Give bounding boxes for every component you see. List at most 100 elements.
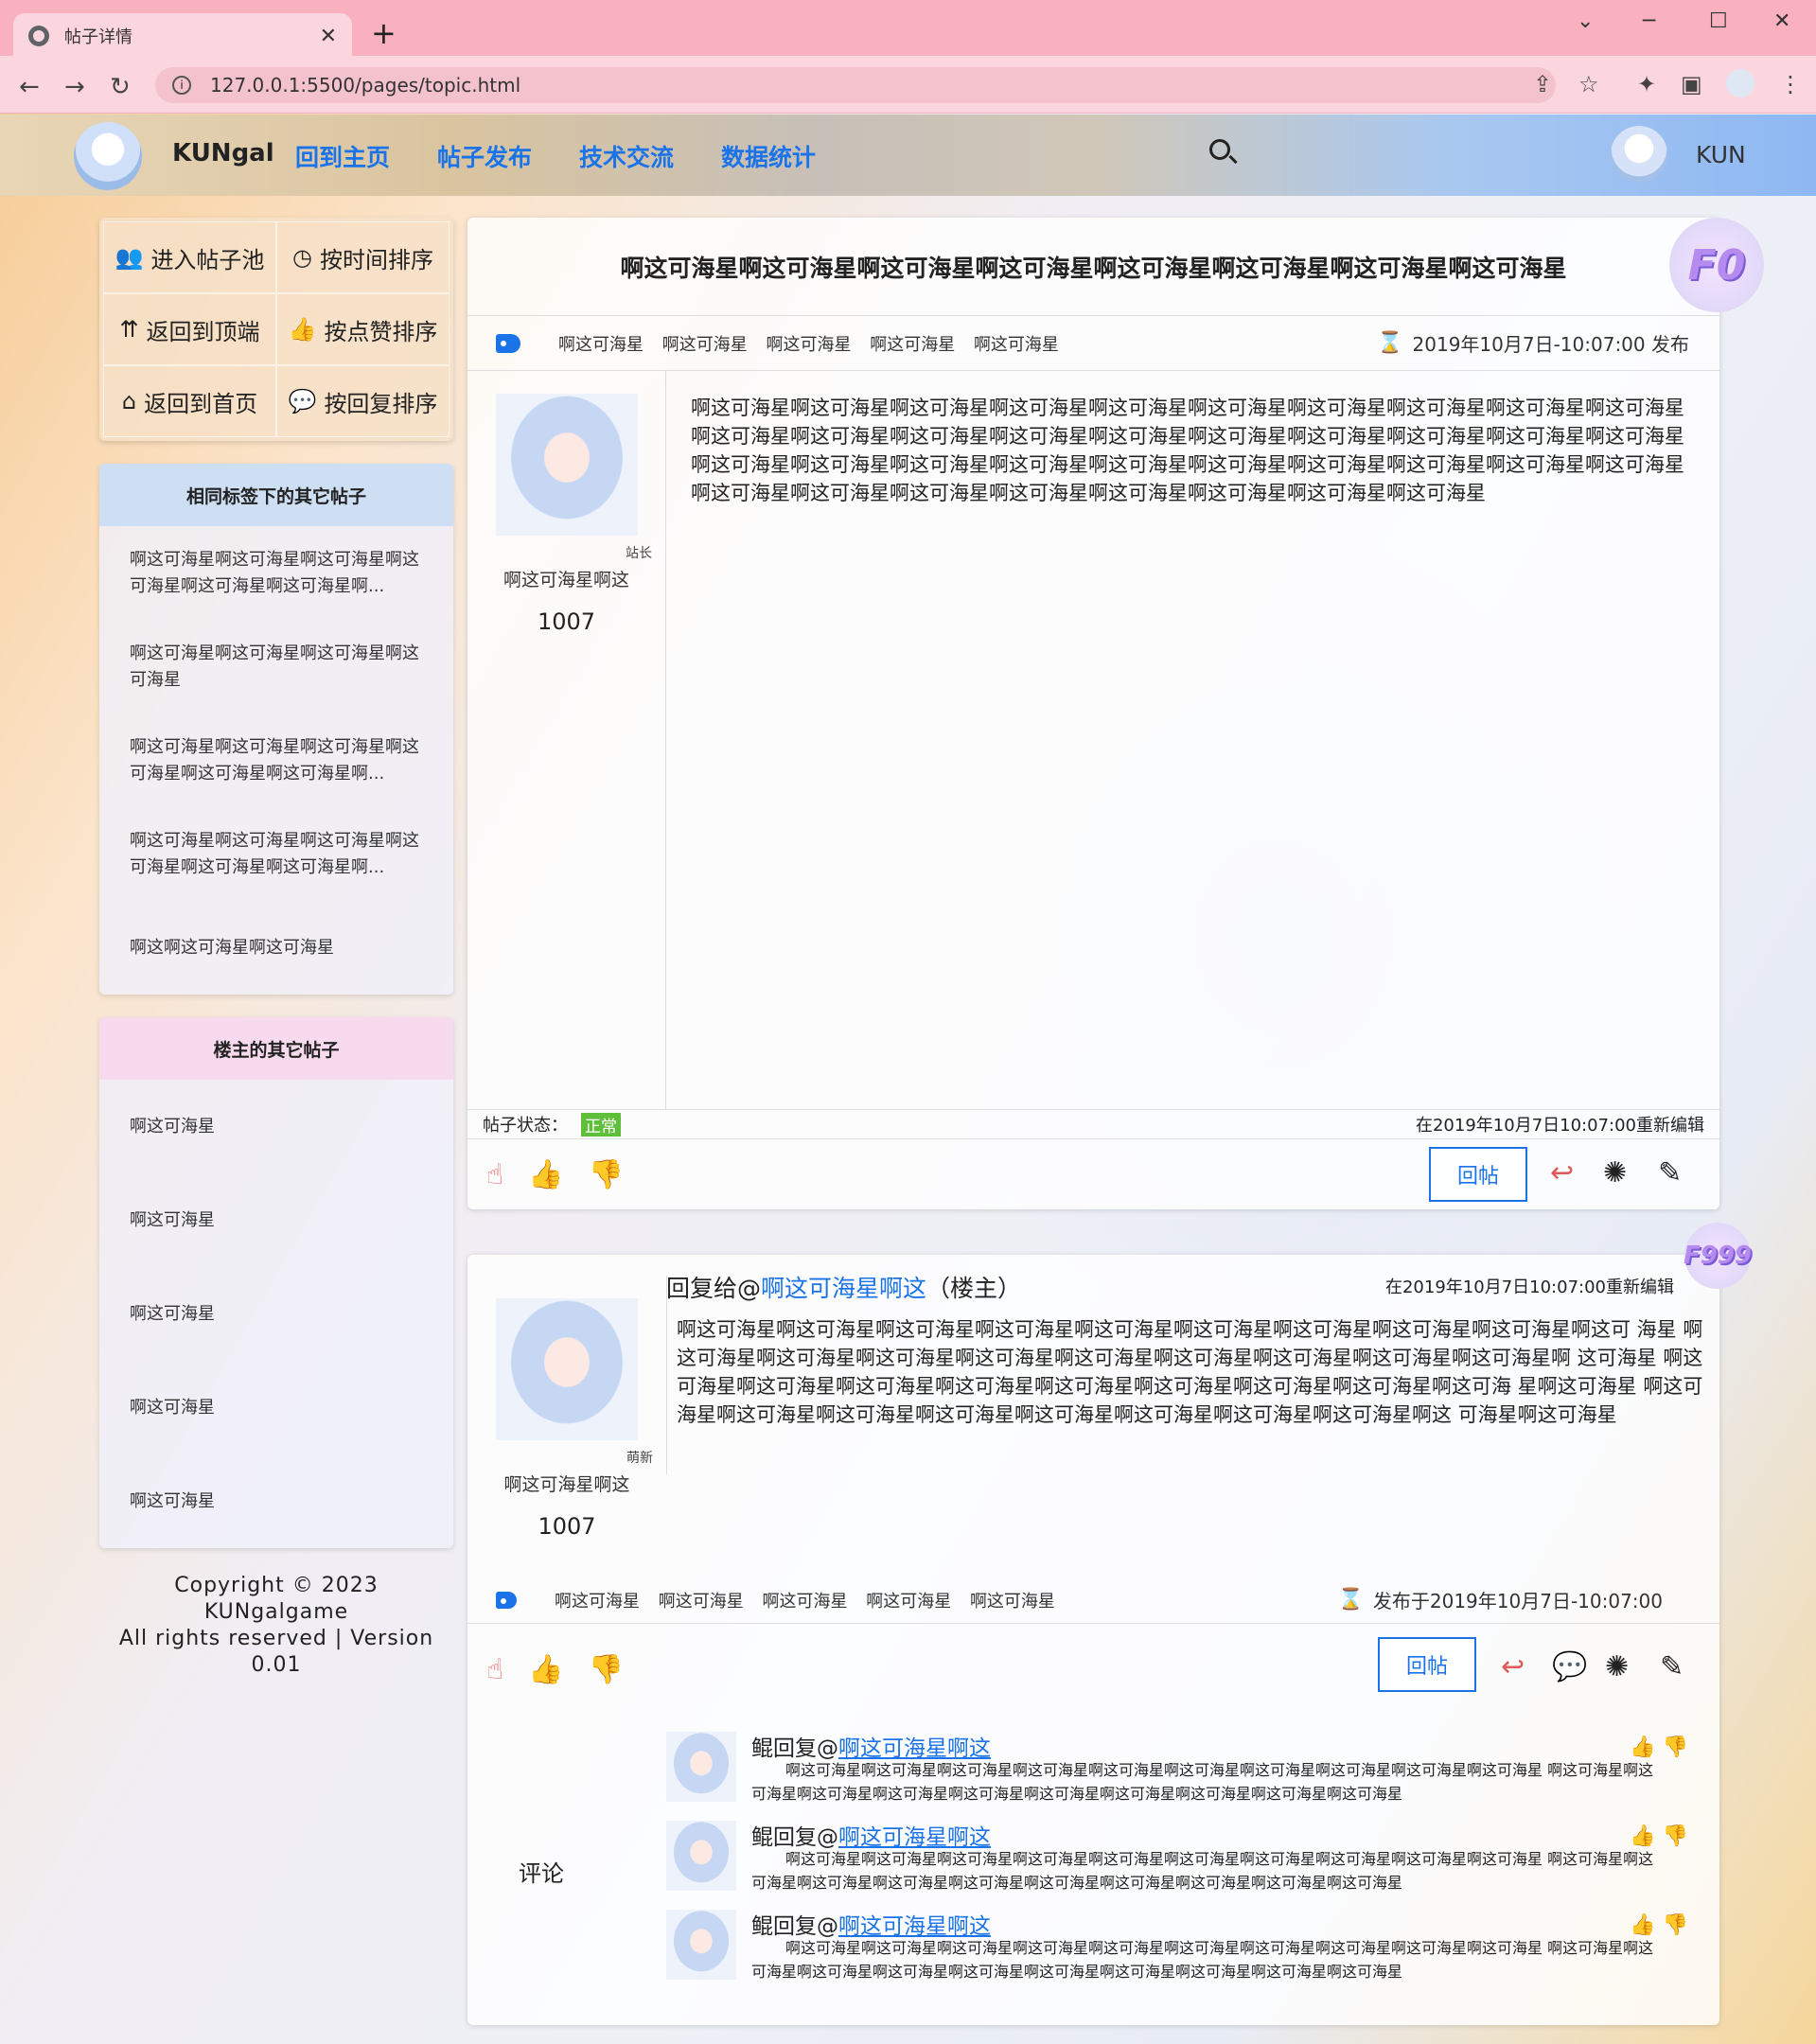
tag[interactable]: 啊这可海星 [555, 1592, 640, 1612]
post-date: ⌛ 2019年10月7日-10:07:00 发布 [1377, 331, 1689, 356]
list-item[interactable]: 啊这可海星 [99, 1267, 453, 1361]
site-logo[interactable] [74, 122, 142, 190]
edit-icon[interactable]: ✎ [1658, 1156, 1682, 1189]
author-name[interactable]: 啊这可海星啊这 [503, 566, 629, 591]
main-post-card: 啊这可海星啊这可海星啊这可海星啊这可海星啊这可海星啊这可海星啊这可海星啊这可海星… [467, 218, 1764, 1209]
author-info: 站长 啊这可海星啊这 1007 [467, 371, 666, 1109]
tag[interactable]: 啊这可海星 [970, 1592, 1055, 1612]
nav-stats[interactable]: 数据统计 [721, 139, 816, 173]
forward-icon[interactable]: → [64, 73, 85, 101]
list-item[interactable]: 啊这可海星 [99, 1454, 453, 1548]
tag[interactable]: 啊这可海星 [662, 335, 748, 355]
status-badge: 正常 [581, 1112, 621, 1137]
list-item[interactable]: 啊这可海星 [99, 1173, 453, 1267]
tag[interactable]: 啊这可海星 [558, 335, 644, 355]
list-item[interactable]: 啊这可海星 [99, 1361, 453, 1454]
nav-publish[interactable]: 帖子发布 [437, 139, 532, 173]
push-icon[interactable]: ☝ [486, 1653, 503, 1686]
reply-toolbar: ☝ 👍 👎 回帖 ↩ 💬 ✺ ✎ [467, 1624, 1719, 1715]
tag[interactable]: 啊这可海星 [870, 335, 955, 355]
tag[interactable]: 啊这可海星 [659, 1592, 744, 1612]
users-icon: 👥 [115, 244, 144, 271]
author-avatar[interactable] [495, 394, 638, 536]
push-icon[interactable]: ☝ [486, 1158, 503, 1191]
list-item[interactable]: 啊这可海星啊这可海星啊这可海星啊这可海星 [99, 620, 453, 714]
comment-label: 评论 [519, 1860, 564, 1887]
comment-icon[interactable]: 💬 [1552, 1650, 1587, 1683]
copyright: Copyright © 2023 KUNgalgame All rights r… [118, 1574, 434, 1677]
comment-avatar[interactable] [666, 1732, 736, 1802]
tab-search-icon[interactable]: ⌄ [1577, 9, 1594, 33]
search-icon[interactable] [1209, 139, 1230, 160]
dislike-icon[interactable]: 👎 [589, 1158, 624, 1191]
nav-tech[interactable]: 技术交流 [579, 139, 674, 173]
chat-icon: 💬 [288, 388, 317, 414]
comment-vote-icons[interactable]: 👍 👎 [1630, 1736, 1688, 1759]
comments-section: 评论 鲲回复@啊这可海星啊这 啊这可海星啊这可海星啊这可海星啊这可海星啊这可海星… [467, 1715, 1719, 2008]
browser-tab-bar: 帖子详情 ✕ + ⌄ ─ ☐ ✕ [0, 0, 1816, 59]
close-tab-icon[interactable]: ✕ [320, 25, 337, 48]
new-tab-icon[interactable]: + [371, 15, 397, 51]
omnibox[interactable]: i 127.0.0.1:5500/pages/topic.html [155, 67, 1556, 103]
enter-pool-button[interactable]: 👥 进入帖子池 [103, 221, 276, 293]
owner-posts-panel: 楼主的其它帖子 啊这可海星 啊这可海星 啊这可海星 啊这可海星 啊这可海星 [99, 1017, 453, 1548]
sort-reply-button[interactable]: 💬 按回复排序 [276, 365, 450, 437]
undo-reply-icon[interactable]: ↩ [1501, 1650, 1525, 1683]
tag[interactable]: 啊这可海星 [974, 335, 1059, 355]
sort-like-button[interactable]: 👍 按点赞排序 [276, 293, 450, 365]
address-bar-row: ← → ↻ i 127.0.0.1:5500/pages/topic.html … [0, 56, 1816, 114]
user-avatar[interactable] [1611, 126, 1667, 183]
minimize-icon[interactable]: ─ [1643, 9, 1655, 33]
reply-author-name[interactable]: 啊这可海星啊这 [503, 1471, 629, 1496]
browser-tab[interactable]: 帖子详情 ✕ [13, 13, 352, 59]
side-panel-icon[interactable]: ▣ [1681, 71, 1702, 97]
share-icon[interactable]: ⇪ [1533, 71, 1552, 97]
sort-time-button[interactable]: ◷ 按时间排序 [276, 221, 450, 293]
user-name[interactable]: KUN [1696, 141, 1746, 168]
reply-button[interactable]: 回帖 [1378, 1637, 1476, 1692]
share-icon[interactable]: ✺ [1603, 1156, 1627, 1189]
list-item[interactable]: 啊这可海星啊这可海星啊这可海星啊这可海星啊这可海星啊这可海星啊... [99, 807, 453, 901]
back-home-button[interactable]: ⌂ 返回到首页 [103, 365, 276, 437]
edit-time: 在2019年10月7日10:07:00重新编辑 [1415, 1116, 1704, 1136]
list-item[interactable]: 啊这可海星 [99, 1080, 453, 1173]
brand-name[interactable]: KUNgal [172, 139, 274, 167]
tag[interactable]: 啊这可海星 [766, 335, 851, 355]
reply-author-avatar[interactable] [496, 1298, 638, 1440]
maximize-icon[interactable]: ☐ [1709, 9, 1728, 33]
list-item[interactable]: 啊这可海星啊这可海星啊这可海星啊这可海星啊这可海星啊这可海星啊... [99, 526, 453, 620]
comment-vote-icons[interactable]: 👍 👎 [1630, 1824, 1688, 1848]
comment-avatar[interactable] [666, 1910, 736, 1980]
like-icon[interactable]: 👍 [528, 1653, 563, 1686]
undo-reply-icon[interactable]: ↩ [1550, 1156, 1574, 1189]
bookmark-star-icon[interactable]: ☆ [1578, 71, 1599, 97]
profile-avatar-icon[interactable] [1726, 69, 1754, 97]
list-item[interactable]: 啊这啊这可海星啊这可海星 [99, 901, 453, 995]
author-number: 1007 [537, 608, 596, 635]
like-icon[interactable]: 👍 [528, 1158, 563, 1191]
tag[interactable]: 啊这可海星 [866, 1592, 951, 1612]
home-icon: ⌂ [121, 388, 137, 414]
thumbs-up-icon: 👍 [288, 316, 317, 343]
globe-icon [28, 26, 49, 46]
edit-icon[interactable]: ✎ [1660, 1650, 1684, 1683]
comment-vote-icons[interactable]: 👍 👎 [1630, 1913, 1688, 1937]
tag[interactable]: 啊这可海星 [762, 1592, 847, 1612]
nav-home[interactable]: 回到主页 [295, 139, 390, 173]
reload-icon[interactable]: ↻ [110, 73, 131, 101]
back-icon[interactable]: ← [19, 73, 40, 101]
same-tag-panel: 相同标签下的其它帖子 啊这可海星啊这可海星啊这可海星啊这可海星啊这可海星啊这可海… [99, 464, 453, 995]
reply-button[interactable]: 回帖 [1429, 1147, 1527, 1202]
comment-avatar[interactable] [666, 1821, 736, 1891]
floor-badge: F0 [1669, 218, 1764, 312]
list-item[interactable]: 啊这可海星啊这可海星啊这可海星啊这可海星啊这可海星啊这可海星啊... [99, 714, 453, 807]
post-title: 啊这可海星啊这可海星啊这可海星啊这可海星啊这可海星啊这可海星啊这可海星啊这可海星 [467, 218, 1719, 316]
site-info-icon[interactable]: i [172, 76, 191, 95]
dislike-icon[interactable]: 👎 [589, 1653, 624, 1686]
post-tag-row: 啊这可海星 啊这可海星 啊这可海星 啊这可海星 啊这可海星 ⌛ 2019年10月… [467, 316, 1719, 371]
extensions-icon[interactable]: ✦ [1637, 71, 1656, 97]
share-icon[interactable]: ✺ [1605, 1650, 1629, 1683]
menu-icon[interactable]: ⋮ [1779, 71, 1802, 97]
back-top-button[interactable]: ⇈ 返回到顶端 [103, 293, 276, 365]
close-window-icon[interactable]: ✕ [1773, 9, 1790, 33]
